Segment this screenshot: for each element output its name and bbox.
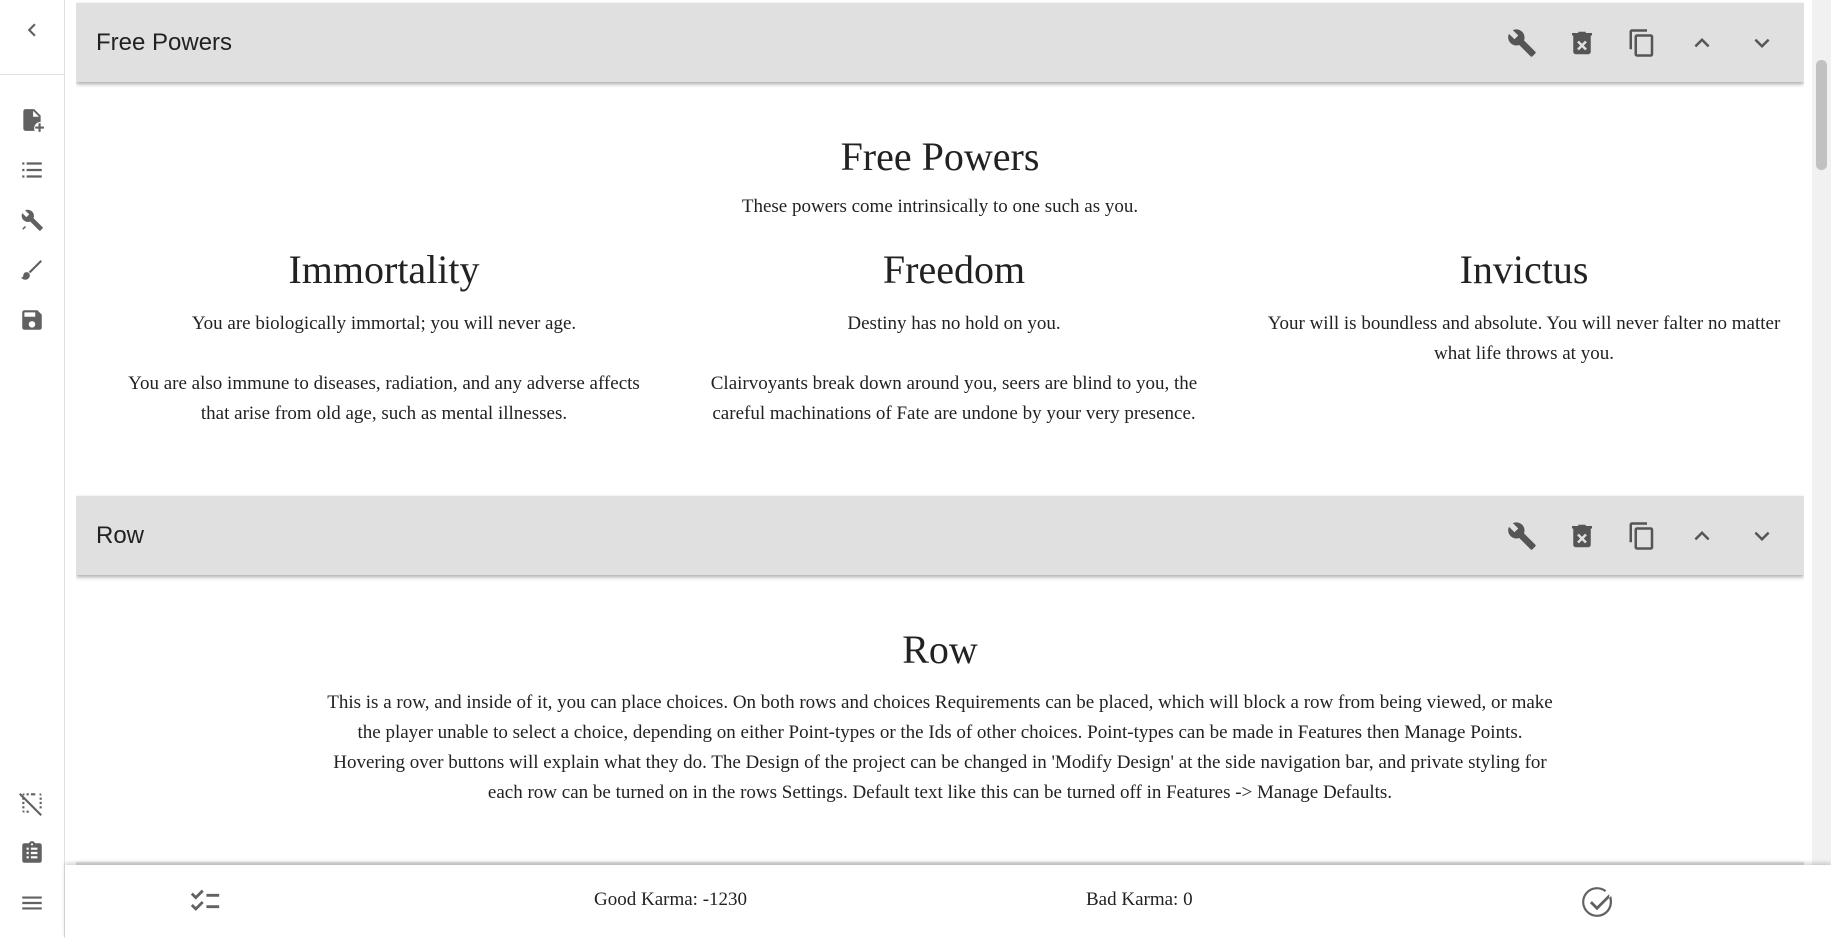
choice-card[interactable]: Immortality You are biologically immorta…: [124, 247, 644, 429]
copy-icon: [1629, 28, 1654, 57]
save-project-button[interactable]: [14, 302, 50, 338]
chevron-up-icon: [1694, 37, 1710, 47]
finish-button[interactable]: [1577, 882, 1617, 922]
menu-icon: [22, 896, 42, 910]
points-bar: Good Karma: -1230 Bad Karma: 0: [65, 865, 1831, 938]
chevron-down-icon: [1754, 531, 1770, 541]
row-tools: [1492, 514, 1792, 558]
choice-title: Freedom: [882, 247, 1026, 292]
choice-text: Your will is boundless and absolute. You…: [1267, 313, 1781, 364]
row-tools: [1492, 21, 1792, 65]
side-navigation: [0, 0, 65, 938]
chevron-down-icon: [1754, 38, 1770, 48]
row-move-down-button[interactable]: [1732, 21, 1792, 65]
view-list-button[interactable]: [14, 152, 50, 188]
row-toolbar-row: Row: [76, 496, 1804, 575]
clipboard-list-icon: [22, 841, 42, 863]
copy-icon: [1629, 521, 1654, 550]
main-content: Free Powers Free Powers These powers com…: [76, 0, 1804, 938]
chevron-left-icon: [27, 23, 36, 37]
row-move-up-button[interactable]: [1672, 21, 1732, 65]
row-heading: Row: [902, 627, 978, 672]
choice-card[interactable]: Invictus Your will is boundless and abso…: [1264, 247, 1784, 369]
choice-title: Immortality: [288, 247, 480, 292]
good-karma-counter: Good Karma: -1230: [594, 889, 748, 910]
scrollbar[interactable]: [1812, 0, 1831, 938]
row-copy-button[interactable]: [1612, 514, 1672, 558]
row-delete-button[interactable]: [1552, 514, 1612, 558]
chevron-up-icon: [1694, 530, 1710, 540]
row-move-up-button[interactable]: [1672, 514, 1732, 558]
delete-icon: [1572, 31, 1592, 54]
row-copy-button[interactable]: [1612, 21, 1672, 65]
choice-card[interactable]: Freedom Destiny has no hold on you. Clai…: [694, 247, 1214, 429]
file-plus-icon: [23, 109, 44, 132]
row-settings-button[interactable]: [1492, 21, 1552, 65]
wrench-icon: [1508, 521, 1536, 550]
row-description: This is a row, and inside of it, you can…: [327, 692, 1553, 803]
choice-text: You are biologically immortal; you will …: [128, 313, 640, 424]
save-icon: [22, 310, 42, 330]
nav-divider: [0, 74, 65, 75]
row-toolbar-free-powers: Free Powers: [76, 3, 1804, 82]
toggle-selection-button[interactable]: [14, 785, 50, 821]
list-icon: [22, 162, 42, 178]
tools-icon: [21, 209, 43, 231]
row-subtitle: These powers come intrinsically to one s…: [741, 196, 1139, 217]
row-move-down-button[interactable]: [1732, 514, 1792, 558]
row-heading: Free Powers: [840, 134, 1040, 179]
row-toolbar-title: Free Powers: [96, 28, 233, 56]
features-button[interactable]: [14, 202, 50, 238]
choice-title: Invictus: [1459, 247, 1589, 292]
select-off-icon: [19, 793, 42, 816]
clipboard-button[interactable]: [14, 835, 50, 871]
row-settings-button[interactable]: [1492, 514, 1552, 558]
check-circle-icon: [1582, 887, 1613, 917]
show-choices-button[interactable]: [187, 883, 223, 919]
new-project-button[interactable]: [14, 102, 50, 138]
brush-icon: [21, 260, 42, 280]
delete-icon: [1572, 524, 1592, 547]
row-delete-button[interactable]: [1552, 21, 1612, 65]
wrench-icon: [1508, 28, 1536, 57]
collapse-nav-button[interactable]: [14, 12, 50, 48]
scrollbar-thumb[interactable]: [1816, 60, 1827, 170]
checklist-icon: [190, 889, 220, 911]
main-menu-button[interactable]: [14, 885, 50, 921]
row-toolbar-title: Row: [96, 521, 145, 549]
bad-karma-counter: Bad Karma: 0: [1086, 889, 1193, 910]
choice-text: Destiny has no hold on you. Clairvoyants…: [710, 313, 1198, 424]
modify-design-button[interactable]: [14, 252, 50, 288]
